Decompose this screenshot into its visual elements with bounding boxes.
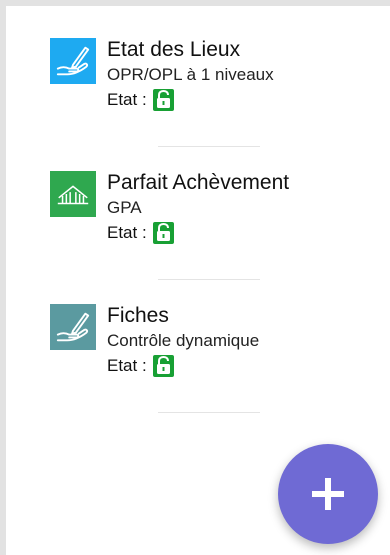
content-frame: Etat des Lieux OPR/OPL à 1 niveaux Etat …: [0, 0, 390, 555]
item-subtitle: Contrôle dynamique: [107, 331, 260, 350]
state-label: Etat :: [107, 356, 147, 375]
item-state: Etat :: [107, 352, 259, 380]
unlock-icon: [152, 355, 174, 377]
divider: [158, 412, 260, 413]
module-list: Etat des Lieux OPR/OPL à 1 niveaux Etat …: [50, 36, 380, 413]
list-item-parfait-achevement[interactable]: Parfait Achèvement GPA Etat :: [50, 169, 380, 257]
hand-pen-icon: [50, 304, 96, 350]
state-label: Etat :: [107, 223, 147, 242]
item-state: Etat :: [107, 86, 274, 114]
item-subtitle: OPR/OPL à 1 niveaux: [107, 65, 274, 84]
hand-pen-icon: [50, 38, 96, 84]
unlock-icon: [152, 89, 174, 111]
building-icon: [50, 171, 96, 217]
item-title: Parfait Achèvement: [107, 171, 290, 194]
item-title: Fiches: [107, 304, 169, 327]
item-subtitle: GPA: [107, 198, 142, 217]
state-label: Etat :: [107, 90, 147, 109]
add-button[interactable]: [278, 444, 378, 544]
item-title: Etat des Lieux: [107, 38, 241, 61]
item-state: Etat :: [107, 219, 289, 247]
list-item-etat-des-lieux[interactable]: Etat des Lieux OPR/OPL à 1 niveaux Etat …: [50, 36, 380, 124]
list-item-fiches[interactable]: Fiches Contrôle dynamique Etat :: [50, 302, 380, 390]
plus-icon: [312, 478, 344, 510]
unlock-icon: [152, 222, 174, 244]
